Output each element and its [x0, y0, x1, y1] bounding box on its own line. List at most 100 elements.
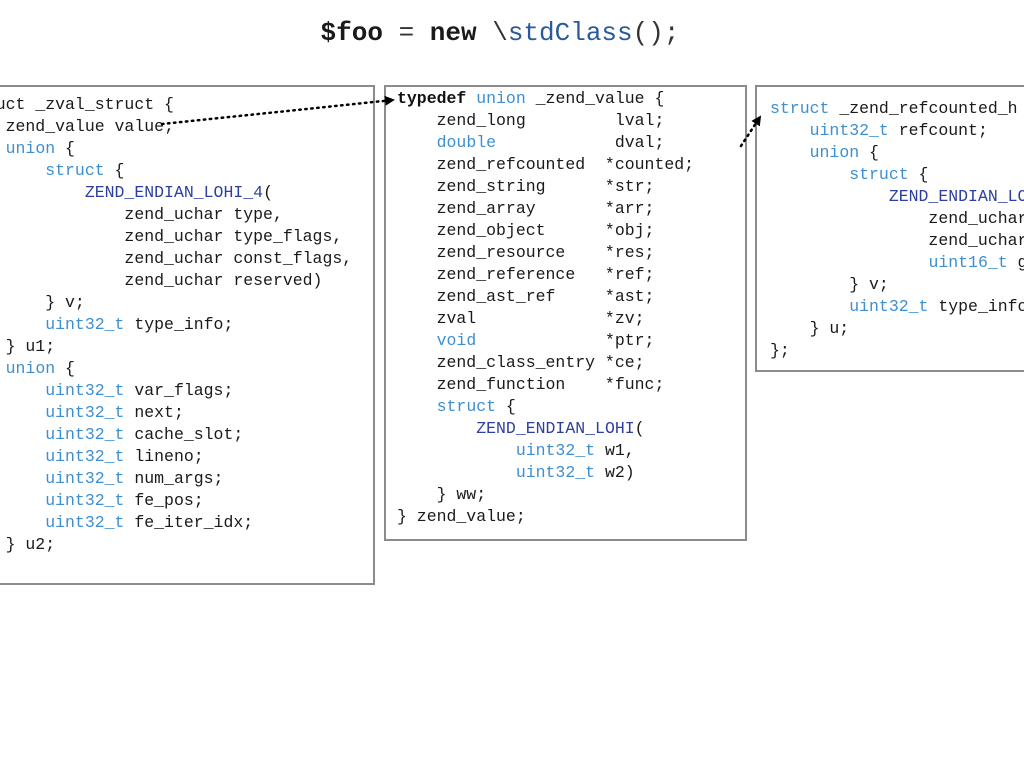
title-assign: =	[382, 18, 430, 48]
code-line: zend_array *arr;	[397, 198, 694, 220]
code-token: } u2;	[5, 535, 56, 554]
title-new-keyword: new	[429, 18, 477, 48]
code-token: fe_iter_idx;	[124, 513, 254, 532]
code-line: union {	[0, 358, 352, 380]
code-token: uint32_t	[45, 403, 125, 422]
code-line: ZEND_ENDIAN_LOHI_3(	[770, 186, 1024, 208]
code-line: ZEND_ENDIAN_LOHI(	[397, 418, 694, 440]
code-token: union	[5, 139, 56, 158]
code-token: zend_function *func;	[397, 375, 665, 394]
code-token: uint32_t	[809, 121, 889, 140]
code-line: uint32_t fe_pos;	[0, 490, 352, 512]
code-line: zend_uchar type_flags,	[0, 226, 352, 248]
code-token: zend_uchar type,	[124, 205, 283, 224]
code-token: } ww;	[397, 485, 487, 504]
code-token: refcount;	[888, 121, 988, 140]
code-line: union {	[0, 138, 352, 160]
code-token: uint16_t	[928, 253, 1008, 272]
code-line: uint32_t var_flags;	[0, 380, 352, 402]
code-token: } v;	[770, 275, 889, 294]
code-token: double	[436, 133, 497, 152]
code-token: zend_resource *res;	[397, 243, 655, 262]
code-token: {	[104, 161, 125, 180]
code-token: zend_refcounted *counted;	[397, 155, 695, 174]
code-token: fe_pos;	[124, 491, 204, 510]
code-line: uint32_t lineno;	[0, 446, 352, 468]
code-line: } v;	[0, 292, 352, 314]
code-token: zend_uchar type,	[928, 209, 1024, 228]
code-line: zend_class_entry *ce;	[397, 352, 694, 374]
code-line: struct _zval_struct {	[0, 94, 352, 116]
code-token: struct	[849, 165, 909, 184]
code-line: ZEND_ENDIAN_LOHI_4(	[0, 182, 352, 204]
code-token: zend_value value;	[5, 117, 174, 136]
refcounted-code: struct _zend_refcounted_h { uint32_t ref…	[770, 98, 1024, 362]
code-line: zend_resource *res;	[397, 242, 694, 264]
code-token: zend_uchar reserved)	[0, 271, 323, 290]
code-token: {	[55, 359, 75, 378]
code-token: } u1;	[5, 337, 56, 356]
code-token: zend_long lval;	[397, 111, 665, 130]
code-line: uint32_t cache_slot;	[0, 424, 352, 446]
code-token: (	[634, 419, 645, 438]
code-line: uint32_t refcount;	[770, 120, 1024, 142]
zval-struct-code: struct _zval_struct { zend_value value; …	[0, 94, 352, 556]
code-token: {	[496, 397, 516, 416]
code-line: uint32_t fe_iter_idx;	[0, 512, 352, 534]
code-token: uint32_t	[45, 469, 125, 488]
code-line: zend_uchar reserved)	[0, 270, 352, 292]
code-line: } zend_value;	[397, 506, 694, 528]
code-line: union {	[770, 142, 1024, 164]
code-line: zend_string *str;	[397, 176, 694, 198]
code-token: uint32_t	[45, 513, 125, 532]
code-line: uint16_t gc_info)	[770, 252, 1024, 274]
code-token: type_info;	[938, 297, 1024, 316]
code-token: ZEND_ENDIAN_LOHI	[476, 419, 635, 438]
code-token: _zend_value {	[525, 89, 665, 108]
code-line: uint32_t type_info;	[770, 296, 1024, 318]
code-token: cache_slot;	[124, 425, 244, 444]
code-token: _zend_refcounted_h {	[829, 99, 1024, 118]
code-line: uint32_t type_info;	[0, 314, 352, 336]
code-token: lineno;	[124, 447, 204, 466]
code-token: zend_class_entry *ce;	[397, 353, 645, 372]
title-class-name: stdClass	[507, 18, 633, 48]
code-line: zend_uchar const_flags,	[0, 248, 352, 270]
code-line: } u;	[770, 318, 1024, 340]
code-token: void	[436, 331, 477, 350]
code-token: ZEND_ENDIAN_LOHI_3	[888, 187, 1024, 206]
code-token: };	[770, 341, 790, 360]
code-line: struct {	[770, 164, 1024, 186]
code-token: union	[5, 359, 56, 378]
zval-struct-box: struct _zval_struct { zend_value value; …	[0, 85, 375, 585]
code-token: type_info;	[124, 315, 234, 334]
code-line: struct _zend_refcounted_h {	[770, 98, 1024, 120]
code-token: *ptr;	[476, 331, 655, 350]
code-token: {	[55, 139, 75, 158]
code-line: uint32_t next;	[0, 402, 352, 424]
code-token: zend_uchar type_flags,	[0, 227, 343, 246]
code-line: uint32_t num_args;	[0, 468, 352, 490]
code-token: } u;	[770, 319, 850, 338]
code-token: zend_uchar flags,	[928, 231, 1024, 250]
code-line: };	[770, 340, 1024, 362]
code-line: zend_long lval;	[397, 110, 694, 132]
code-token: struct	[770, 99, 830, 118]
code-line: zend_ast_ref *ast;	[397, 286, 694, 308]
code-token: gc_info)	[1008, 253, 1024, 272]
title-call: ();	[632, 18, 680, 48]
code-line: struct {	[0, 160, 352, 182]
code-token: zend_array *arr;	[397, 199, 655, 218]
code-line: zval *zv;	[397, 308, 694, 330]
zend-value-code: typedef union _zend_value { zend_long lv…	[397, 88, 694, 528]
